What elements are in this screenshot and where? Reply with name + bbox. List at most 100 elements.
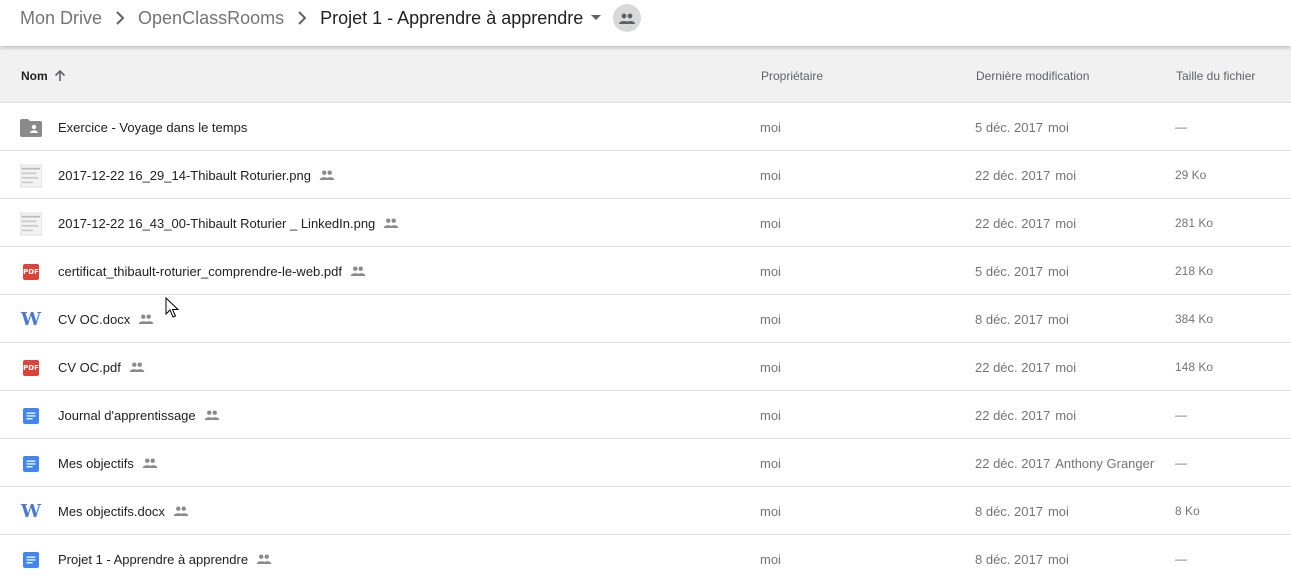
file-name-cell: certificat_thibault-roturier_comprendre-… — [58, 247, 366, 295]
table-row[interactable]: Journal d'apprentissage moi 22 déc. 2017 mo… — [0, 391, 1291, 439]
table-header: Nom Propriétaire Dernière modification T… — [0, 48, 1291, 103]
column-header-modified[interactable]: Dernière modification — [976, 48, 1089, 103]
pdf-icon: PDF — [20, 261, 42, 283]
breadcrumb-item-openclassrooms[interactable]: OpenClassRooms — [138, 8, 284, 29]
file-name-cell: Projet 1 - Apprendre à apprendre — [58, 535, 272, 581]
owner-cell: moi — [760, 311, 781, 327]
table-row[interactable]: 2017-12-22 16_29_14-Thibault Roturier.pn… — [0, 151, 1291, 199]
file-name: Exercice - Voyage dans le temps — [58, 119, 248, 135]
table-row[interactable]: Mes objectifs moi 22 déc. 2017 Anthony Gran… — [0, 439, 1291, 487]
breadcrumb-item-mon-drive[interactable]: Mon Drive — [20, 8, 102, 29]
modified-cell: 5 déc. 2017 moi — [975, 247, 1069, 295]
modified-by: moi — [1055, 215, 1077, 231]
file-list: Exercice - Voyage dans le temps moi 5 déc.… — [0, 103, 1291, 581]
modified-date: 5 déc. 2017 — [975, 119, 1043, 135]
modified-date: 8 déc. 2017 — [975, 311, 1043, 327]
shared-folder-icon — [20, 117, 42, 139]
owner-cell: moi — [760, 359, 781, 375]
shared-people-icon[interactable] — [613, 4, 642, 32]
file-name-cell: CV OC.docx — [58, 295, 154, 343]
modified-date: 8 déc. 2017 — [975, 503, 1043, 519]
file-name: Mes objectifs — [58, 455, 134, 471]
column-header-size[interactable]: Taille du fichier — [1176, 48, 1255, 103]
size-cell: — — [1175, 120, 1187, 134]
shared-people-icon — [138, 314, 154, 324]
modified-by: moi — [1055, 167, 1077, 183]
modified-cell: 8 déc. 2017 moi — [975, 295, 1069, 343]
owner-cell: moi — [760, 455, 781, 471]
owner-cell: moi — [760, 263, 781, 279]
breadcrumb-bar: Mon Drive OpenClassRooms Projet 1 - Appr… — [0, 0, 1291, 46]
breadcrumb-current-folder[interactable]: Projet 1 - Apprendre à apprendre — [320, 8, 583, 29]
size-cell: 8 Ko — [1175, 504, 1200, 518]
google-docs-icon — [20, 453, 42, 475]
modified-cell: 5 déc. 2017 moi — [975, 103, 1069, 151]
file-name: Mes objectifs.docx — [58, 503, 165, 519]
modified-cell: 22 déc. 2017 moi — [975, 343, 1076, 391]
modified-by: moi — [1055, 407, 1077, 423]
modified-cell: 22 déc. 2017 Anthony Granger — [975, 439, 1154, 487]
table-row[interactable]: PDF CV OC.pdf moi 22 déc. 2017 moi 148 Ko — [0, 343, 1291, 391]
shared-people-icon — [204, 410, 220, 420]
modified-by: moi — [1047, 263, 1069, 279]
column-header-name[interactable]: Nom — [21, 48, 66, 103]
file-name-cell: 2017-12-22 16_43_00-Thibault Roturier _ … — [58, 199, 399, 247]
modified-cell: 22 déc. 2017 moi — [975, 391, 1076, 439]
table-row[interactable]: 2017-12-22 16_43_00-Thibault Roturier _ … — [0, 199, 1291, 247]
table-row[interactable]: Exercice - Voyage dans le temps moi 5 déc.… — [0, 103, 1291, 151]
modified-date: 22 déc. 2017 — [975, 215, 1051, 231]
file-name: CV OC.docx — [58, 311, 131, 327]
size-cell: 281 Ko — [1175, 216, 1214, 230]
modified-date: 22 déc. 2017 — [975, 455, 1051, 471]
modified-date: 22 déc. 2017 — [975, 167, 1051, 183]
file-name: Journal d'apprentissage — [58, 407, 196, 423]
modified-date: 5 déc. 2017 — [975, 263, 1043, 279]
modified-date: 8 déc. 2017 — [975, 551, 1043, 567]
google-docs-icon — [20, 549, 42, 571]
table-row[interactable]: Projet 1 - Apprendre à apprendre moi 8 déc… — [0, 535, 1291, 581]
size-cell: 148 Ko — [1175, 360, 1214, 374]
modified-cell: 8 déc. 2017 moi — [975, 487, 1069, 535]
file-name-cell: Mes objectifs.docx — [58, 487, 189, 535]
size-cell: — — [1175, 456, 1187, 470]
shared-people-icon — [173, 506, 189, 516]
google-docs-icon — [20, 405, 42, 427]
modified-cell: 22 déc. 2017 moi — [975, 199, 1076, 247]
chevron-right-icon — [284, 11, 320, 25]
file-name-cell: 2017-12-22 16_29_14-Thibault Roturier.pn… — [58, 151, 335, 199]
modified-by: moi — [1047, 119, 1069, 135]
modified-by: moi — [1047, 503, 1069, 519]
owner-cell: moi — [760, 551, 781, 567]
table-row[interactable]: PDF certificat_thibault-roturier_comprend… — [0, 247, 1291, 295]
column-header-name-label: Nom — [21, 68, 48, 83]
shared-people-icon — [350, 266, 366, 276]
file-name: 2017-12-22 16_43_00-Thibault Roturier _ … — [58, 215, 376, 231]
mouse-cursor-icon — [165, 296, 180, 324]
owner-cell: moi — [760, 407, 781, 423]
modified-date: 22 déc. 2017 — [975, 407, 1051, 423]
size-cell: — — [1175, 552, 1187, 566]
file-name: 2017-12-22 16_29_14-Thibault Roturier.pn… — [58, 167, 311, 183]
dropdown-caret-icon[interactable] — [583, 15, 609, 21]
arrow-up-icon[interactable] — [54, 69, 66, 82]
file-name: CV OC.pdf — [58, 359, 121, 375]
chevron-right-icon — [102, 11, 138, 25]
shared-people-icon — [256, 554, 272, 564]
modified-by: moi — [1047, 551, 1069, 567]
pdf-icon: PDF — [20, 357, 42, 379]
shared-people-icon — [142, 458, 158, 468]
file-name-cell: CV OC.pdf — [58, 343, 145, 391]
table-row[interactable]: W CV OC.docx moi 8 déc. 2017 moi 384 Ko — [0, 295, 1291, 343]
modified-date: 22 déc. 2017 — [975, 359, 1051, 375]
modified-cell: 8 déc. 2017 moi — [975, 535, 1069, 581]
image-thumbnail-icon — [20, 164, 42, 188]
size-cell: — — [1175, 408, 1187, 422]
size-cell: 218 Ko — [1175, 264, 1214, 278]
shared-people-icon — [319, 170, 335, 180]
column-header-owner[interactable]: Propriétaire — [761, 48, 823, 103]
owner-cell: moi — [760, 503, 781, 519]
owner-cell: moi — [760, 215, 781, 231]
table-row[interactable]: W Mes objectifs.docx moi 8 déc. 2017 moi 8 Ko — [0, 487, 1291, 535]
shared-people-icon — [129, 362, 145, 372]
breadcrumb: Mon Drive OpenClassRooms Projet 1 - Appr… — [20, 0, 642, 36]
